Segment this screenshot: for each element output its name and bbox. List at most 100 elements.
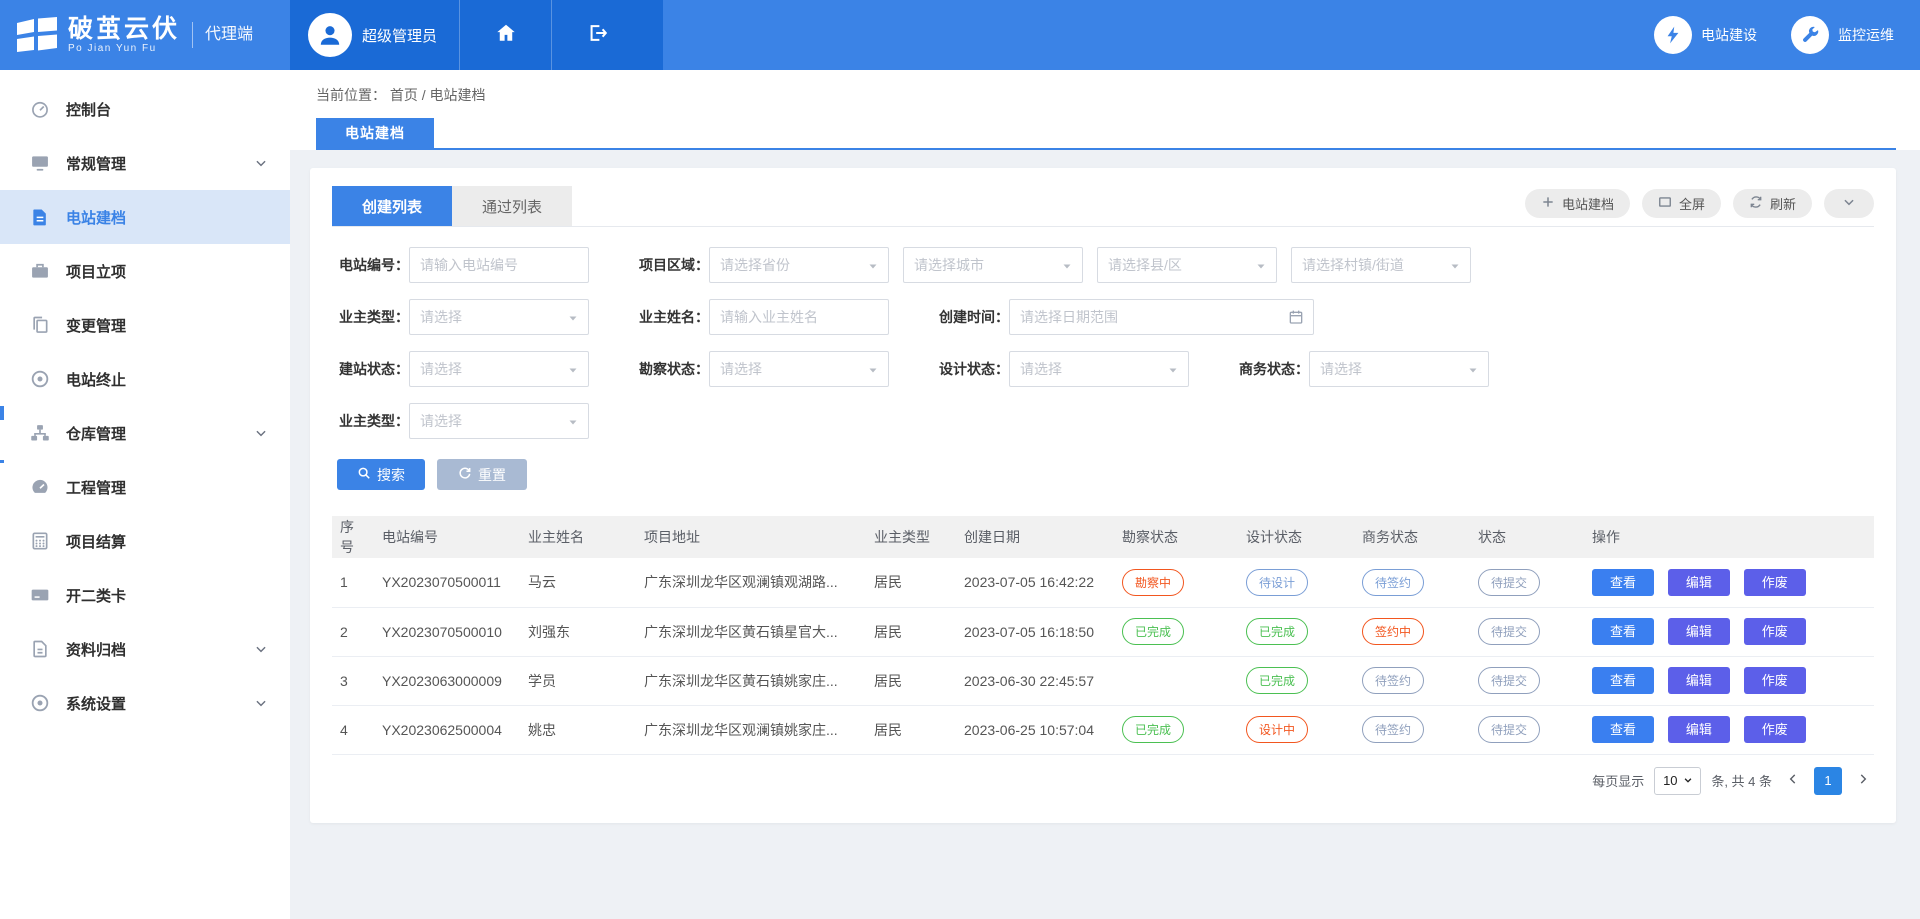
sidebar-item-label: 工程管理 — [66, 477, 268, 498]
city-select-value: 请选择城市 — [914, 255, 984, 275]
col-code: 电站编号 — [374, 516, 520, 558]
sidebar-item-project-settlement[interactable]: 项目结算 — [0, 514, 290, 568]
cell-created: 2023-07-05 16:42:22 — [956, 558, 1114, 607]
nav-station-build-label: 电站建设 — [1701, 25, 1757, 45]
city-select[interactable]: 请选择城市 — [903, 247, 1083, 283]
scrollbar-indicator[interactable] — [0, 460, 4, 463]
view-button[interactable]: 查看 — [1592, 569, 1654, 596]
caret-down-icon — [867, 363, 879, 375]
sidebar-item-label: 常规管理 — [66, 153, 254, 174]
create-station-button[interactable]: 电站建档 — [1525, 189, 1630, 218]
refresh-button[interactable]: 刷新 — [1733, 189, 1812, 218]
col-survey: 勘察状态 — [1114, 516, 1238, 558]
date-range-input[interactable] — [1009, 299, 1314, 335]
sidebar-item-warehouse-mgmt[interactable]: 仓库管理 — [0, 406, 290, 460]
town-select[interactable]: 请选择村镇/街道 — [1291, 247, 1471, 283]
owner-name-input[interactable] — [709, 299, 889, 335]
search-button-label: 搜索 — [377, 465, 405, 485]
view-button[interactable]: 查看 — [1592, 618, 1654, 645]
design-status-select[interactable]: 请选择 — [1009, 351, 1189, 387]
build-status-select[interactable]: 请选择 — [409, 351, 589, 387]
filter-row-4: 业主类型： 请选择 — [332, 403, 1874, 439]
scrollbar-indicator[interactable] — [0, 406, 4, 420]
view-button[interactable]: 查看 — [1592, 716, 1654, 743]
per-page-select[interactable]: 10 — [1654, 767, 1701, 795]
region-label: 项目区域： — [632, 255, 709, 275]
edit-button[interactable]: 编辑 — [1668, 667, 1730, 694]
sidebar-item-label: 电站终止 — [66, 369, 268, 390]
breadcrumb-path[interactable]: 首页 / 电站建档 — [390, 87, 486, 103]
void-button[interactable]: 作废 — [1744, 716, 1806, 743]
table-row: 2 YX2023070500010 刘强东 广东深圳龙华区黄石镇星官大... 居… — [332, 607, 1874, 656]
collapse-button[interactable] — [1824, 189, 1874, 218]
build-status-label: 建站状态： — [332, 359, 409, 379]
tab-passed-list[interactable]: 通过列表 — [452, 186, 572, 226]
plus-icon — [1541, 195, 1555, 212]
cell-created: 2023-06-25 10:57:04 — [956, 705, 1114, 754]
cell-owner: 刘强东 — [520, 607, 636, 656]
page-tab[interactable]: 电站建档 — [316, 118, 434, 148]
sidebar-item-project-initiation[interactable]: 项目立项 — [0, 244, 290, 298]
survey-status-select[interactable]: 请选择 — [709, 351, 889, 387]
county-select[interactable]: 请选择县/区 — [1097, 247, 1277, 283]
brand-subtitle: Po Jian Yun Fu — [68, 44, 180, 55]
owner-type2-select[interactable]: 请选择 — [409, 403, 589, 439]
per-page-value: 10 — [1663, 773, 1677, 788]
sidebar-item-general-mgmt[interactable]: 常规管理 — [0, 136, 290, 190]
province-select[interactable]: 请选择省份 — [709, 247, 889, 283]
design-status-label: 设计状态： — [932, 359, 1009, 379]
prev-page-button[interactable] — [1782, 767, 1804, 795]
page-number-button[interactable]: 1 — [1814, 767, 1842, 795]
edit-button[interactable]: 编辑 — [1668, 569, 1730, 596]
edit-button[interactable]: 编辑 — [1668, 618, 1730, 645]
survey-status-select-value: 请选择 — [720, 359, 762, 379]
filter-row-2: 业主类型： 请选择 业主姓名： 创建时间： — [332, 299, 1874, 335]
chevron-left-icon — [1786, 772, 1800, 789]
station-code-input[interactable] — [409, 247, 589, 283]
sidebar-item-engineering-mgmt[interactable]: 工程管理 — [0, 460, 290, 514]
lightning-icon — [1654, 16, 1692, 54]
cell-no: 4 — [332, 705, 374, 754]
filter-row-1: 电站编号： 项目区域： 请选择省份 请选择城市 请选择县/区 请选择村镇/街道 — [332, 247, 1874, 283]
record-icon — [30, 369, 50, 389]
logout-button[interactable] — [551, 0, 643, 70]
home-button[interactable] — [459, 0, 551, 70]
void-button[interactable]: 作废 — [1744, 667, 1806, 694]
sidebar-item-change-mgmt[interactable]: 变更管理 — [0, 298, 290, 352]
main-content: 当前位置： 首页 / 电站建档 电站建档 创建列表 通过列表 电站建档 全屏 — [290, 70, 1920, 919]
tab-create-list[interactable]: 创建列表 — [332, 186, 452, 226]
caret-down-icon — [1061, 259, 1073, 271]
col-business: 商务状态 — [1354, 516, 1470, 558]
nav-monitor-ops[interactable]: 监控运维 — [1791, 16, 1894, 54]
breadcrumb-prefix: 当前位置： — [316, 87, 386, 103]
monitor-icon — [30, 153, 50, 173]
next-page-button[interactable] — [1852, 767, 1874, 795]
view-button[interactable]: 查看 — [1592, 667, 1654, 694]
fullscreen-button[interactable]: 全屏 — [1642, 189, 1721, 218]
brand[interactable]: 破茧云伏 Po Jian Yun Fu 代理端 — [0, 0, 290, 70]
void-button[interactable]: 作废 — [1744, 618, 1806, 645]
cell-address: 广东深圳龙华区观澜镇观湖路... — [636, 558, 866, 607]
station-table: 序号 电站编号 业主姓名 项目地址 业主类型 创建日期 勘察状态 设计状态 商务… — [332, 516, 1874, 755]
sidebar-item-station-termination[interactable]: 电站终止 — [0, 352, 290, 406]
panel-card: 创建列表 通过列表 电站建档 全屏 刷新 — [310, 168, 1896, 823]
cell-code: YX2023070500011 — [374, 558, 520, 607]
col-design: 设计状态 — [1238, 516, 1354, 558]
sidebar-item-station-filing[interactable]: 电站建档 — [0, 190, 290, 244]
nav-station-build[interactable]: 电站建设 — [1654, 16, 1757, 54]
user-menu[interactable]: 超级管理员 — [290, 0, 459, 70]
void-button[interactable]: 作废 — [1744, 569, 1806, 596]
sidebar-item-console[interactable]: 控制台 — [0, 82, 290, 136]
reset-button[interactable]: 重置 — [437, 459, 527, 490]
survey-status-badge: 已完成 — [1122, 618, 1184, 645]
owner-type-select[interactable]: 请选择 — [409, 299, 589, 335]
gauge-icon — [30, 99, 50, 119]
sidebar-item-open-type2-card[interactable]: 开二类卡 — [0, 568, 290, 622]
sidebar-item-data-archive[interactable]: 资料归档 — [0, 622, 290, 676]
edit-button[interactable]: 编辑 — [1668, 716, 1730, 743]
sidebar-item-system-settings[interactable]: 系统设置 — [0, 676, 290, 730]
search-button[interactable]: 搜索 — [337, 459, 425, 490]
business-status-select[interactable]: 请选择 — [1309, 351, 1489, 387]
fullscreen-icon — [1658, 195, 1672, 212]
survey-status-badge: 勘察中 — [1122, 569, 1184, 596]
